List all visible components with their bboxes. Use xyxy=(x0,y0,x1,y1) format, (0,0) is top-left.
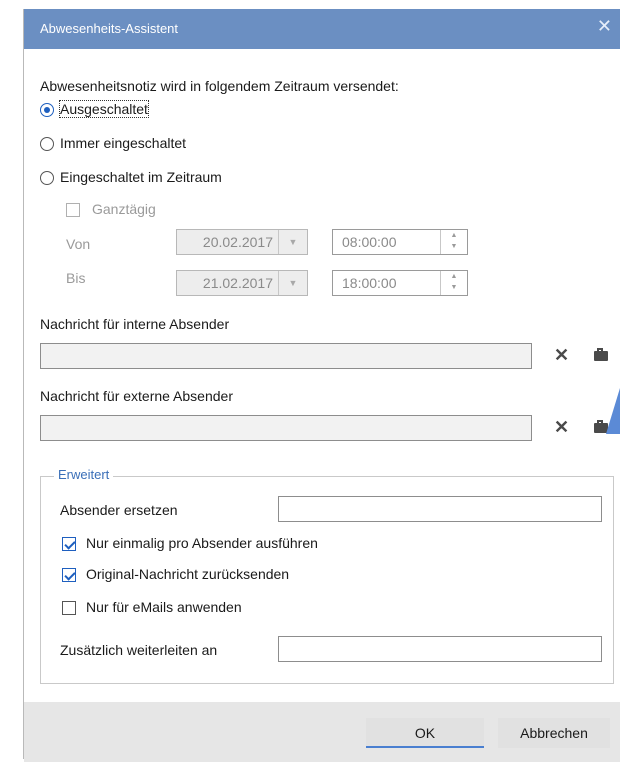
internal-message-label: Nachricht für interne Absender xyxy=(40,316,230,332)
once-per-sender-checkbox[interactable] xyxy=(62,537,76,551)
radio-period-label[interactable]: Eingeschaltet im Zeitraum xyxy=(60,169,222,185)
from-label: Von xyxy=(66,236,91,252)
radio-always-on-label[interactable]: Immer eingeschaltet xyxy=(60,135,186,151)
clear-external-icon[interactable]: ✕ xyxy=(554,417,569,438)
from-time-field[interactable]: 08:00:00 ▲ ▼ xyxy=(332,229,468,255)
to-time-value: 18:00:00 xyxy=(342,275,397,291)
all-day-label: Ganztägig xyxy=(92,201,156,217)
window-title: Abwesenheits-Assistent xyxy=(40,21,179,36)
chevron-down-icon[interactable]: ▼ xyxy=(278,271,307,295)
to-date-picker[interactable]: 21.02.2017 ▼ xyxy=(176,270,308,296)
to-date-value: 21.02.2017 xyxy=(202,275,273,291)
once-per-sender-label[interactable]: Nur einmalig pro Absender ausführen xyxy=(86,535,318,551)
close-icon[interactable]: ✕ xyxy=(597,16,612,37)
all-day-checkbox[interactable] xyxy=(66,203,80,217)
replace-sender-label: Absender ersetzen xyxy=(60,502,178,518)
radio-off-label[interactable]: Ausgeschaltet xyxy=(59,100,149,118)
replace-sender-field[interactable] xyxy=(278,496,602,522)
callout-arrow xyxy=(606,388,620,434)
briefcase-icon[interactable] xyxy=(594,348,608,361)
return-original-label[interactable]: Original-Nachricht zurücksenden xyxy=(86,566,289,582)
cancel-button[interactable]: Abbrechen xyxy=(498,718,610,748)
from-date-value: 20.02.2017 xyxy=(202,234,273,250)
from-time-value: 08:00:00 xyxy=(342,234,397,250)
window-border xyxy=(23,9,24,759)
ok-button[interactable]: OK xyxy=(366,718,484,748)
internal-message-field[interactable] xyxy=(40,343,532,369)
radio-period[interactable] xyxy=(40,171,54,185)
emails-only-checkbox[interactable] xyxy=(62,601,76,615)
spin-arrows-icon[interactable]: ▲ ▼ xyxy=(440,230,467,254)
advanced-legend: Erweitert xyxy=(54,467,114,482)
chevron-down-icon[interactable]: ▼ xyxy=(278,230,307,254)
radio-off[interactable] xyxy=(40,103,54,117)
period-heading: Abwesenheitsnotiz wird in folgendem Zeit… xyxy=(40,78,399,94)
from-date-picker[interactable]: 20.02.2017 ▼ xyxy=(176,229,308,255)
to-label: Bis xyxy=(66,270,86,286)
emails-only-label[interactable]: Nur für eMails anwenden xyxy=(86,599,242,615)
clear-internal-icon[interactable]: ✕ xyxy=(554,345,569,366)
radio-always-on[interactable] xyxy=(40,137,54,151)
return-original-checkbox[interactable] xyxy=(62,568,76,582)
external-message-label: Nachricht für externe Absender xyxy=(40,388,233,404)
spin-arrows-icon[interactable]: ▲ ▼ xyxy=(440,271,467,295)
external-message-field[interactable] xyxy=(40,415,532,441)
forward-field[interactable] xyxy=(278,636,602,662)
title-bar: Abwesenheits-Assistent ✕ xyxy=(24,9,620,49)
to-time-field[interactable]: 18:00:00 ▲ ▼ xyxy=(332,270,468,296)
forward-label: Zusätzlich weiterleiten an xyxy=(60,642,218,658)
